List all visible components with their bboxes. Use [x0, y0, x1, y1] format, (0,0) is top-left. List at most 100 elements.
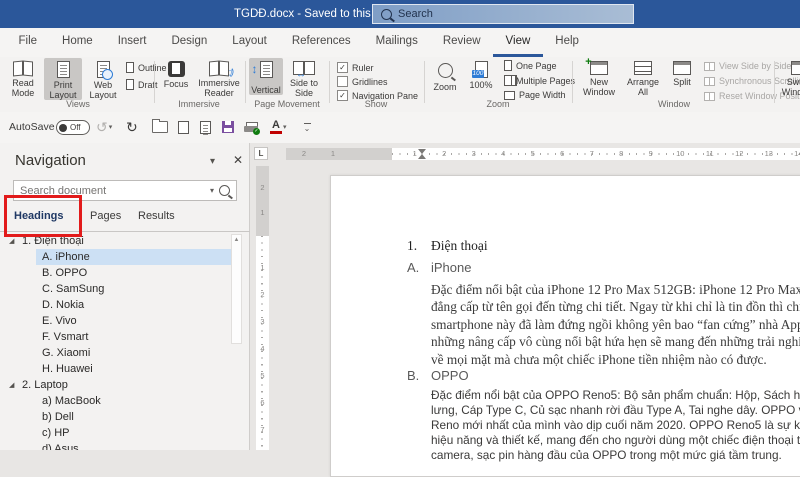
tab-mailings[interactable]: Mailings [363, 28, 430, 57]
tab-file[interactable]: File [6, 28, 50, 57]
nav-tab-pages[interactable]: Pages [90, 203, 121, 229]
customize-qat-button[interactable]: ⌄ [300, 112, 314, 142]
scroll-up-icon[interactable]: ▲ [232, 235, 241, 245]
immersive-reader-icon: ◁) [209, 61, 229, 76]
tree-item-laptop[interactable]: ◢ 2. Laptop [0, 377, 249, 393]
zoom-button[interactable]: Zoom [428, 58, 462, 92]
immersive-group-label: Immersive [156, 99, 242, 109]
nav-tab-results[interactable]: Results [138, 203, 175, 229]
ribbon: Read Mode Print Layout Web Layout Outlin… [0, 57, 800, 113]
toggle-knob [59, 124, 67, 132]
ruler-numbers: 1234567 [256, 261, 269, 450]
vertical-ruler[interactable]: 2 1 1234567 [256, 166, 269, 450]
hanging-indent-marker[interactable] [418, 154, 426, 159]
navigation-options-dropdown[interactable]: ▾ [210, 156, 215, 167]
draft-button[interactable]: Draft [126, 79, 158, 90]
ruler-number: 1 [256, 261, 269, 288]
headings-tree: ◢ 1. Điện thoại A. iPhone B. OPPO C. Sam… [0, 233, 249, 450]
web-layout-button[interactable]: Web Layout [84, 58, 122, 100]
focus-button[interactable]: Focus [158, 58, 194, 89]
redo-button[interactable]: ↻ [126, 112, 138, 142]
globe-icon [102, 69, 113, 80]
speaker-icon: ◁) [224, 67, 234, 78]
switch-windows-icon [791, 61, 800, 75]
ruler-number: 6 [256, 396, 269, 423]
ruler-checkbox[interactable]: ✓ Ruler [337, 62, 374, 73]
document-title: TGDĐ.docx - Saved to this PC [234, 0, 390, 28]
read-mode-button[interactable]: Read Mode [4, 58, 42, 98]
tree-item-hp[interactable]: c) HP [0, 425, 249, 441]
heading1-number: 1. [407, 238, 429, 254]
font-color-button[interactable]: A ▾ [270, 112, 287, 142]
headingB-letter: B. [407, 368, 429, 383]
more-icon: ⌄ [300, 123, 314, 131]
tree-item-huawei[interactable]: H. Huawei [0, 361, 249, 377]
group-divider [424, 61, 425, 103]
titlebar-search-box[interactable]: Search [372, 4, 634, 24]
tree-item-xiaomi[interactable]: G. Xiaomi [0, 345, 249, 361]
search-icon [219, 185, 230, 196]
undo-button[interactable]: ↺▾ [96, 112, 112, 142]
switch-windows-button[interactable]: Switch Windows [778, 58, 800, 97]
split-button[interactable]: Split [666, 58, 698, 87]
tree-item-iphone[interactable]: A. iPhone [0, 249, 249, 265]
ruler-number: 5 [256, 369, 269, 396]
close-icon[interactable]: ✕ [233, 153, 243, 167]
tree-item-samsung[interactable]: C. SamSung [0, 281, 249, 297]
autosave-label: AutoSave [9, 112, 55, 142]
ruler-number: 14 [784, 148, 800, 160]
ruler-number: 3 [256, 315, 269, 342]
tree-scrollbar[interactable]: ▲ [231, 234, 242, 344]
gridlines-checkbox[interactable]: Gridlines [337, 76, 388, 87]
font-color-icon: A [270, 120, 282, 134]
vertical-button[interactable]: ↕ Vertical [249, 58, 283, 95]
tab-view[interactable]: View [493, 28, 543, 57]
open-button[interactable] [152, 112, 168, 142]
tree-item-vsmart[interactable]: F. Vsmart [0, 329, 249, 345]
ruler-number: 12 [725, 148, 755, 160]
tab-design[interactable]: Design [159, 28, 220, 57]
group-divider [572, 61, 573, 103]
tree-item-dell[interactable]: b) Dell [0, 409, 249, 425]
tab-home[interactable]: Home [50, 28, 106, 57]
tab-references[interactable]: References [279, 28, 363, 57]
title-bar: TGDĐ.docx - Saved to this PC Search [0, 0, 800, 28]
print-preview-button[interactable] [200, 112, 211, 142]
tree-item-nokia[interactable]: D. Nokia [0, 297, 249, 313]
quick-print-button[interactable]: ✓ [244, 112, 258, 142]
ruler-number: 13 [754, 148, 784, 160]
search-placeholder-text: Search [398, 8, 433, 20]
save-button[interactable] [222, 112, 234, 142]
tab-review[interactable]: Review [430, 28, 493, 57]
tree-item-asus[interactable]: d) Asus [0, 441, 249, 450]
multiple-pages-button[interactable]: Multiple Pages [504, 75, 575, 86]
tree-item-macbook[interactable]: a) MacBook [0, 393, 249, 409]
autosave-toggle[interactable]: Off [56, 120, 90, 135]
new-window-button[interactable]: + New Window [578, 58, 620, 97]
tab-insert[interactable]: Insert [105, 28, 159, 57]
web-layout-icon [97, 61, 110, 78]
tab-help[interactable]: Help [543, 28, 592, 57]
tab-layout[interactable]: Layout [220, 28, 280, 57]
new-document-button[interactable] [178, 112, 189, 142]
expand-triangle-icon[interactable]: ◢ [9, 378, 14, 394]
quick-access-toolbar: AutoSave Off ↺▾ ↻ ✓ A ▾ ⌄ [0, 112, 800, 144]
side-to-side-icon: ↔ [293, 61, 315, 76]
immersive-reader-button[interactable]: ◁) Immersive Reader [196, 58, 242, 98]
tree-item-vivo[interactable]: E. Vivo [0, 313, 249, 329]
print-layout-button[interactable]: Print Layout [44, 58, 82, 100]
side-to-side-button[interactable]: ↔ Side to Side [285, 58, 323, 98]
page-movement-group-label: Page Movement [247, 99, 327, 109]
horizontal-ruler[interactable]: 2 1 1234567891011121314 [286, 148, 800, 160]
one-page-button[interactable]: One Page [504, 60, 557, 71]
chevron-down-icon: ▾ [109, 123, 113, 131]
zoom-100-button[interactable]: 100 100% [464, 58, 498, 90]
ruler-number: 2 [298, 148, 310, 160]
views-group-label: Views [4, 99, 152, 109]
tree-item-oppo[interactable]: B. OPPO [0, 265, 249, 281]
arrange-all-button[interactable]: Arrange All [622, 58, 664, 97]
ruler-number: 11 [695, 148, 725, 160]
document-page[interactable]: 1. Điện thoại A. iPhone Đặc điểm nổi bật… [330, 175, 800, 477]
tab-selector[interactable]: L [254, 147, 268, 160]
ruler-number: 1 [256, 207, 269, 219]
